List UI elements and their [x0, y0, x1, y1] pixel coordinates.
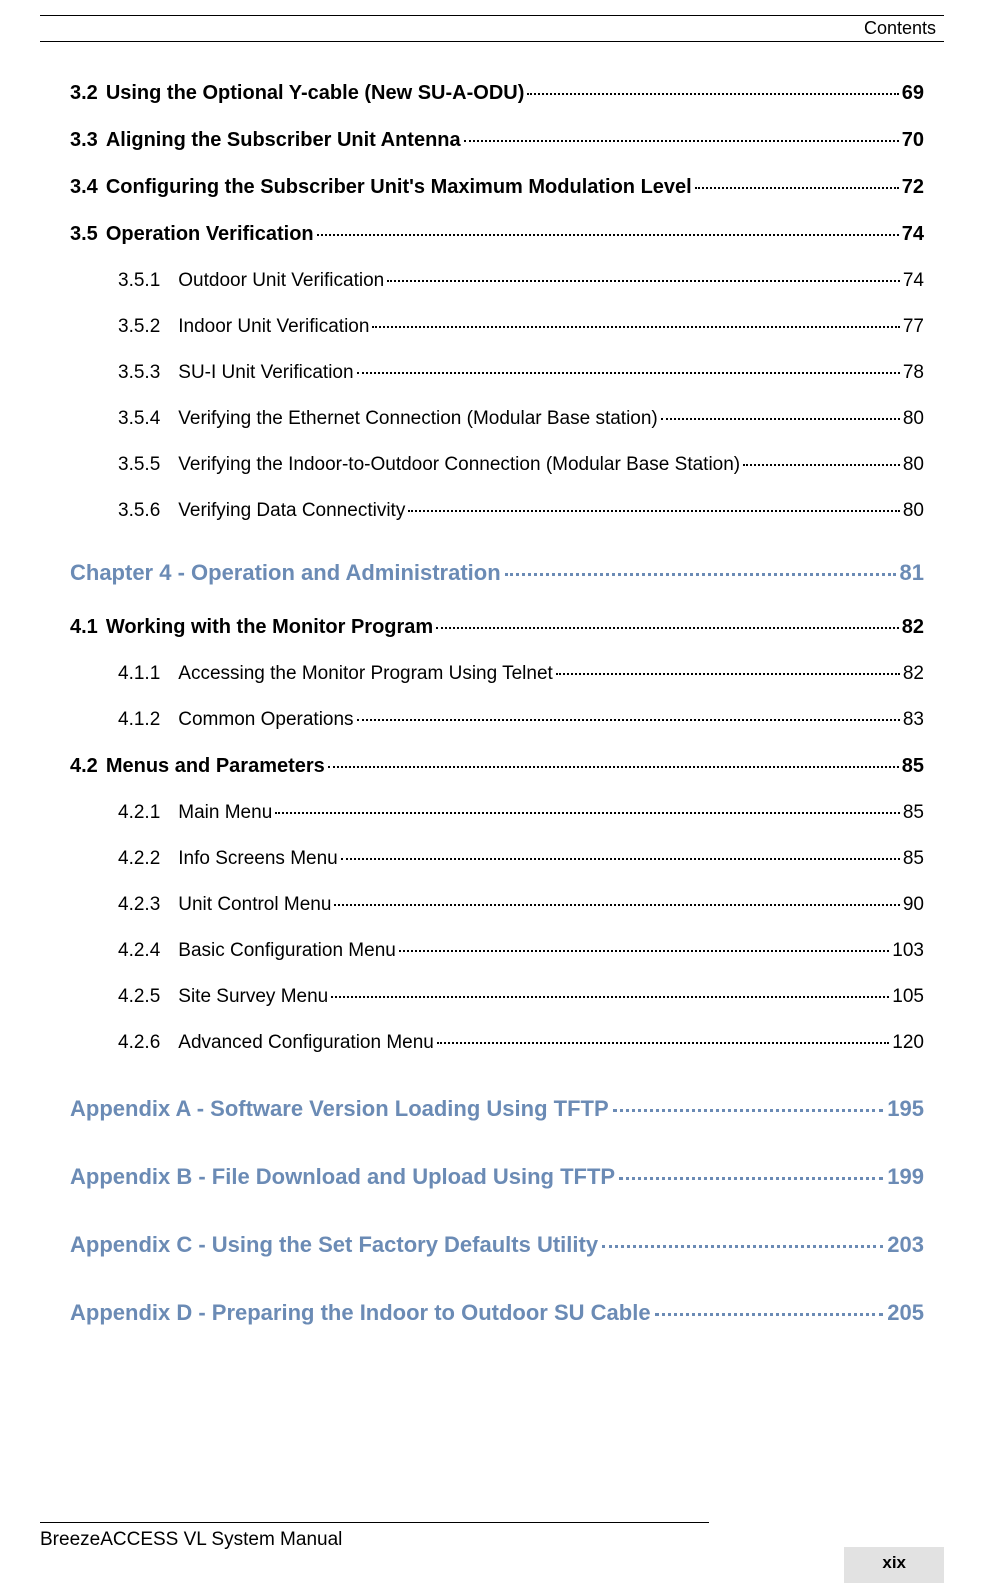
toc-entry: 3.5.3 SU-I Unit Verification 78: [118, 362, 924, 384]
toc-entry: 4.2.1 Main Menu 85: [118, 802, 924, 824]
toc-entry: 4.1.1 Accessing the Monitor Program Usin…: [118, 663, 924, 685]
header-title: Contents: [40, 18, 944, 39]
toc-entry: 4.2.4 Basic Configuration Menu 103: [118, 940, 924, 962]
footer-rule: [40, 1522, 709, 1523]
toc-chapter: Chapter 4 - Operation and Administration…: [70, 560, 924, 586]
toc-entry: 3.5 Operation Verification 74: [70, 223, 924, 246]
toc-entry: 3.5.6 Verifying Data Connectivity 80: [118, 500, 924, 522]
toc-entry: 4.2 Menus and Parameters 85: [70, 755, 924, 778]
toc-entry: 3.5.5 Verifying the Indoor-to-Outdoor Co…: [118, 454, 924, 476]
toc-entry: 4.2.5 Site Survey Menu 105: [118, 986, 924, 1008]
toc-appendix: Appendix C - Using the Set Factory Defau…: [70, 1232, 924, 1258]
toc-entry: 4.2.2 Info Screens Menu 85: [118, 848, 924, 870]
toc-entry: 4.1 Working with the Monitor Program 82: [70, 616, 924, 639]
page-number: xix: [844, 1547, 944, 1583]
toc-appendix: Appendix D - Preparing the Indoor to Out…: [70, 1300, 924, 1326]
toc-entry: 4.2.3 Unit Control Menu 90: [118, 894, 924, 916]
toc-entry: 3.5.1 Outdoor Unit Verification 74: [118, 270, 924, 292]
header-rule: Contents: [40, 15, 944, 42]
toc-entry: 4.1.2 Common Operations 83: [118, 709, 924, 731]
toc-entry: 3.4 Configuring the Subscriber Unit's Ma…: [70, 176, 924, 199]
toc-appendix: Appendix B - File Download and Upload Us…: [70, 1164, 924, 1190]
footer: BreezeACCESS VL System Manual xix: [40, 1522, 944, 1551]
toc-entry: 3.3 Aligning the Subscriber Unit Antenna…: [70, 129, 924, 152]
toc-entry: 3.2 Using the Optional Y-cable (New SU-A…: [70, 82, 924, 105]
toc-appendix: Appendix A - Software Version Loading Us…: [70, 1096, 924, 1122]
toc-entry: 3.5.4 Verifying the Ethernet Connection …: [118, 408, 924, 430]
toc-entry: 4.2.6 Advanced Configuration Menu 120: [118, 1032, 924, 1054]
toc-entry: 3.5.2 Indoor Unit Verification 77: [118, 316, 924, 338]
toc-content: 3.2 Using the Optional Y-cable (New SU-A…: [40, 42, 944, 1356]
footer-title: BreezeACCESS VL System Manual: [40, 1529, 944, 1551]
